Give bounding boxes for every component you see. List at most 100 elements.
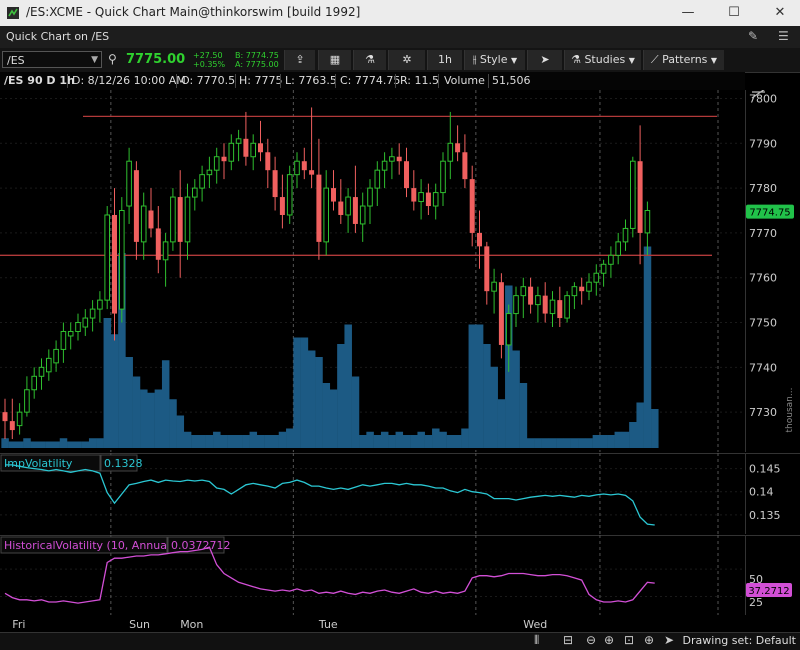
- volume-bar: [147, 392, 155, 448]
- candle-body-down: [112, 214, 117, 314]
- chart-toolbar: Quick Chart on /ES ✎ ☰: [0, 26, 800, 49]
- last-price: 7775.00: [126, 52, 186, 67]
- candle-body-down: [301, 161, 307, 171]
- candle-body-up: [345, 196, 351, 216]
- candle-body-down: [469, 179, 475, 233]
- volume-bar: [578, 438, 586, 448]
- volume-bar: [453, 435, 462, 448]
- symbol-input[interactable]: /ES ▼: [2, 51, 102, 68]
- candle-body-up: [75, 322, 81, 332]
- minimize-button[interactable]: —: [665, 0, 711, 26]
- ask-price: A: 7775.00: [235, 60, 279, 69]
- time-axis: Fri Sun Mon Tue Wed: [0, 615, 800, 632]
- volume-bar: [351, 376, 360, 448]
- volume-bar: [52, 441, 60, 448]
- price-tick-1: 7790: [749, 137, 777, 150]
- chevron-down-icon: ▼: [628, 56, 635, 65]
- volume-bar: [227, 435, 236, 448]
- cursor-icon: ➤: [540, 53, 550, 66]
- drawings-button[interactable]: ⚗: [353, 50, 386, 70]
- time-label-fri: Fri: [12, 618, 25, 631]
- volume-bar: [300, 337, 309, 448]
- historical-volatility-panel[interactable]: HistoricalVolatility (10, Annual) 0.0372…: [0, 535, 800, 615]
- candle-body-down: [2, 412, 8, 422]
- volume-bar: [110, 334, 119, 448]
- volume-bar: [643, 246, 652, 448]
- imp-volatility-panel[interactable]: ImpVolatility 0.1328 0.145 0.14 0.135: [0, 453, 800, 534]
- price-tick-4: 7760: [749, 272, 777, 285]
- volume-bar: [234, 435, 243, 448]
- price-chart[interactable]: 7800 7790 7780 7770 7760 7750 7740 7730 7774.75…: [0, 90, 800, 452]
- candle-body-up: [250, 142, 256, 158]
- volume-bar: [439, 431, 447, 448]
- bar-range: R: 11.5: [400, 74, 439, 87]
- timeframe-button[interactable]: 1h: [427, 50, 462, 70]
- candle-body-down: [9, 421, 15, 431]
- candle-body-up: [140, 205, 147, 243]
- time-label-sun: Sun: [129, 618, 150, 631]
- volume-bar: [410, 435, 418, 448]
- patterns-button[interactable]: ⟋ Patterns ▼: [643, 50, 724, 70]
- candle-body-up: [630, 160, 636, 229]
- volume-bar: [366, 431, 374, 448]
- candle-body-up: [46, 357, 52, 373]
- volume-bar: [614, 431, 623, 448]
- zoom-out-icon[interactable]: ⊖: [586, 633, 596, 647]
- chevron-down-icon[interactable]: ▼: [91, 52, 98, 69]
- candle-body-up: [374, 169, 381, 189]
- cursor-button[interactable]: ➤: [527, 50, 562, 70]
- maximize-button[interactable]: ☐: [711, 0, 757, 26]
- studies-button[interactable]: ⚗ Studies ▼: [564, 50, 641, 70]
- percent-change: +0.35%: [193, 60, 226, 69]
- bar-high: H: 7775: [239, 74, 283, 87]
- volume-bar: [322, 383, 331, 448]
- volume-bar: [417, 431, 425, 448]
- price-tick-7: 7730: [749, 406, 777, 419]
- pin-icon[interactable]: ✎: [748, 29, 758, 43]
- candle-body-up: [418, 192, 424, 203]
- iv-title: ImpVolatility: [4, 457, 73, 470]
- zoom-in-icon[interactable]: ⊕: [604, 633, 614, 647]
- zoom-box-icon[interactable]: ⊡: [624, 633, 634, 647]
- volume-bar: [490, 366, 498, 448]
- patterns-label: Patterns: [662, 53, 708, 66]
- flask-icon: ⚗: [571, 53, 585, 66]
- link-icon[interactable]: ⚲: [108, 52, 117, 66]
- bar-low: L: 7763.5: [285, 74, 337, 87]
- settings-button[interactable]: ✲: [388, 50, 425, 70]
- volume-bar: [8, 441, 17, 448]
- divider: [235, 74, 236, 88]
- candle-body-up: [89, 308, 96, 319]
- scroll-handle-icon[interactable]: ⦀: [534, 633, 539, 648]
- candle-body-up: [38, 366, 45, 377]
- volume-bar: [651, 409, 659, 448]
- volume-bar: [556, 438, 564, 448]
- volume-bar: [205, 435, 214, 448]
- style-button[interactable]: ⫲ Style ▼: [464, 50, 525, 70]
- crosshair-icon[interactable]: ⊕: [644, 633, 654, 647]
- candle-body-up: [67, 330, 74, 337]
- volume-bar: [242, 435, 250, 448]
- candle-body-up: [53, 348, 59, 364]
- candle-body-down: [243, 138, 249, 157]
- volume-bar: [213, 431, 221, 448]
- close-button[interactable]: ✕: [757, 0, 800, 26]
- window-titlebar: /ES:XCME - Quick Chart Main@thinkorswim …: [0, 0, 800, 26]
- divider: [488, 74, 489, 88]
- candle-body-up: [206, 169, 213, 176]
- candle-body-up: [199, 174, 205, 189]
- candle-body-up: [104, 214, 111, 301]
- volume-bar: [74, 441, 82, 448]
- volume-bar: [183, 431, 192, 448]
- candle-body-up: [505, 313, 512, 346]
- candle-body-up: [440, 160, 446, 194]
- candle-body-up: [235, 138, 242, 144]
- drawing-set-label: Drawing set: Default: [682, 634, 796, 647]
- menu-icon[interactable]: ☰: [778, 29, 789, 43]
- flexible-grid-button[interactable]: ▦: [318, 50, 351, 70]
- drawing-tools-icon[interactable]: ⊟: [563, 633, 573, 647]
- thinkorswim-logo-icon: [7, 7, 19, 19]
- share-button[interactable]: ⇪: [284, 50, 315, 70]
- volume-bar: [329, 389, 338, 448]
- cursor-icon[interactable]: ➤: [664, 633, 674, 647]
